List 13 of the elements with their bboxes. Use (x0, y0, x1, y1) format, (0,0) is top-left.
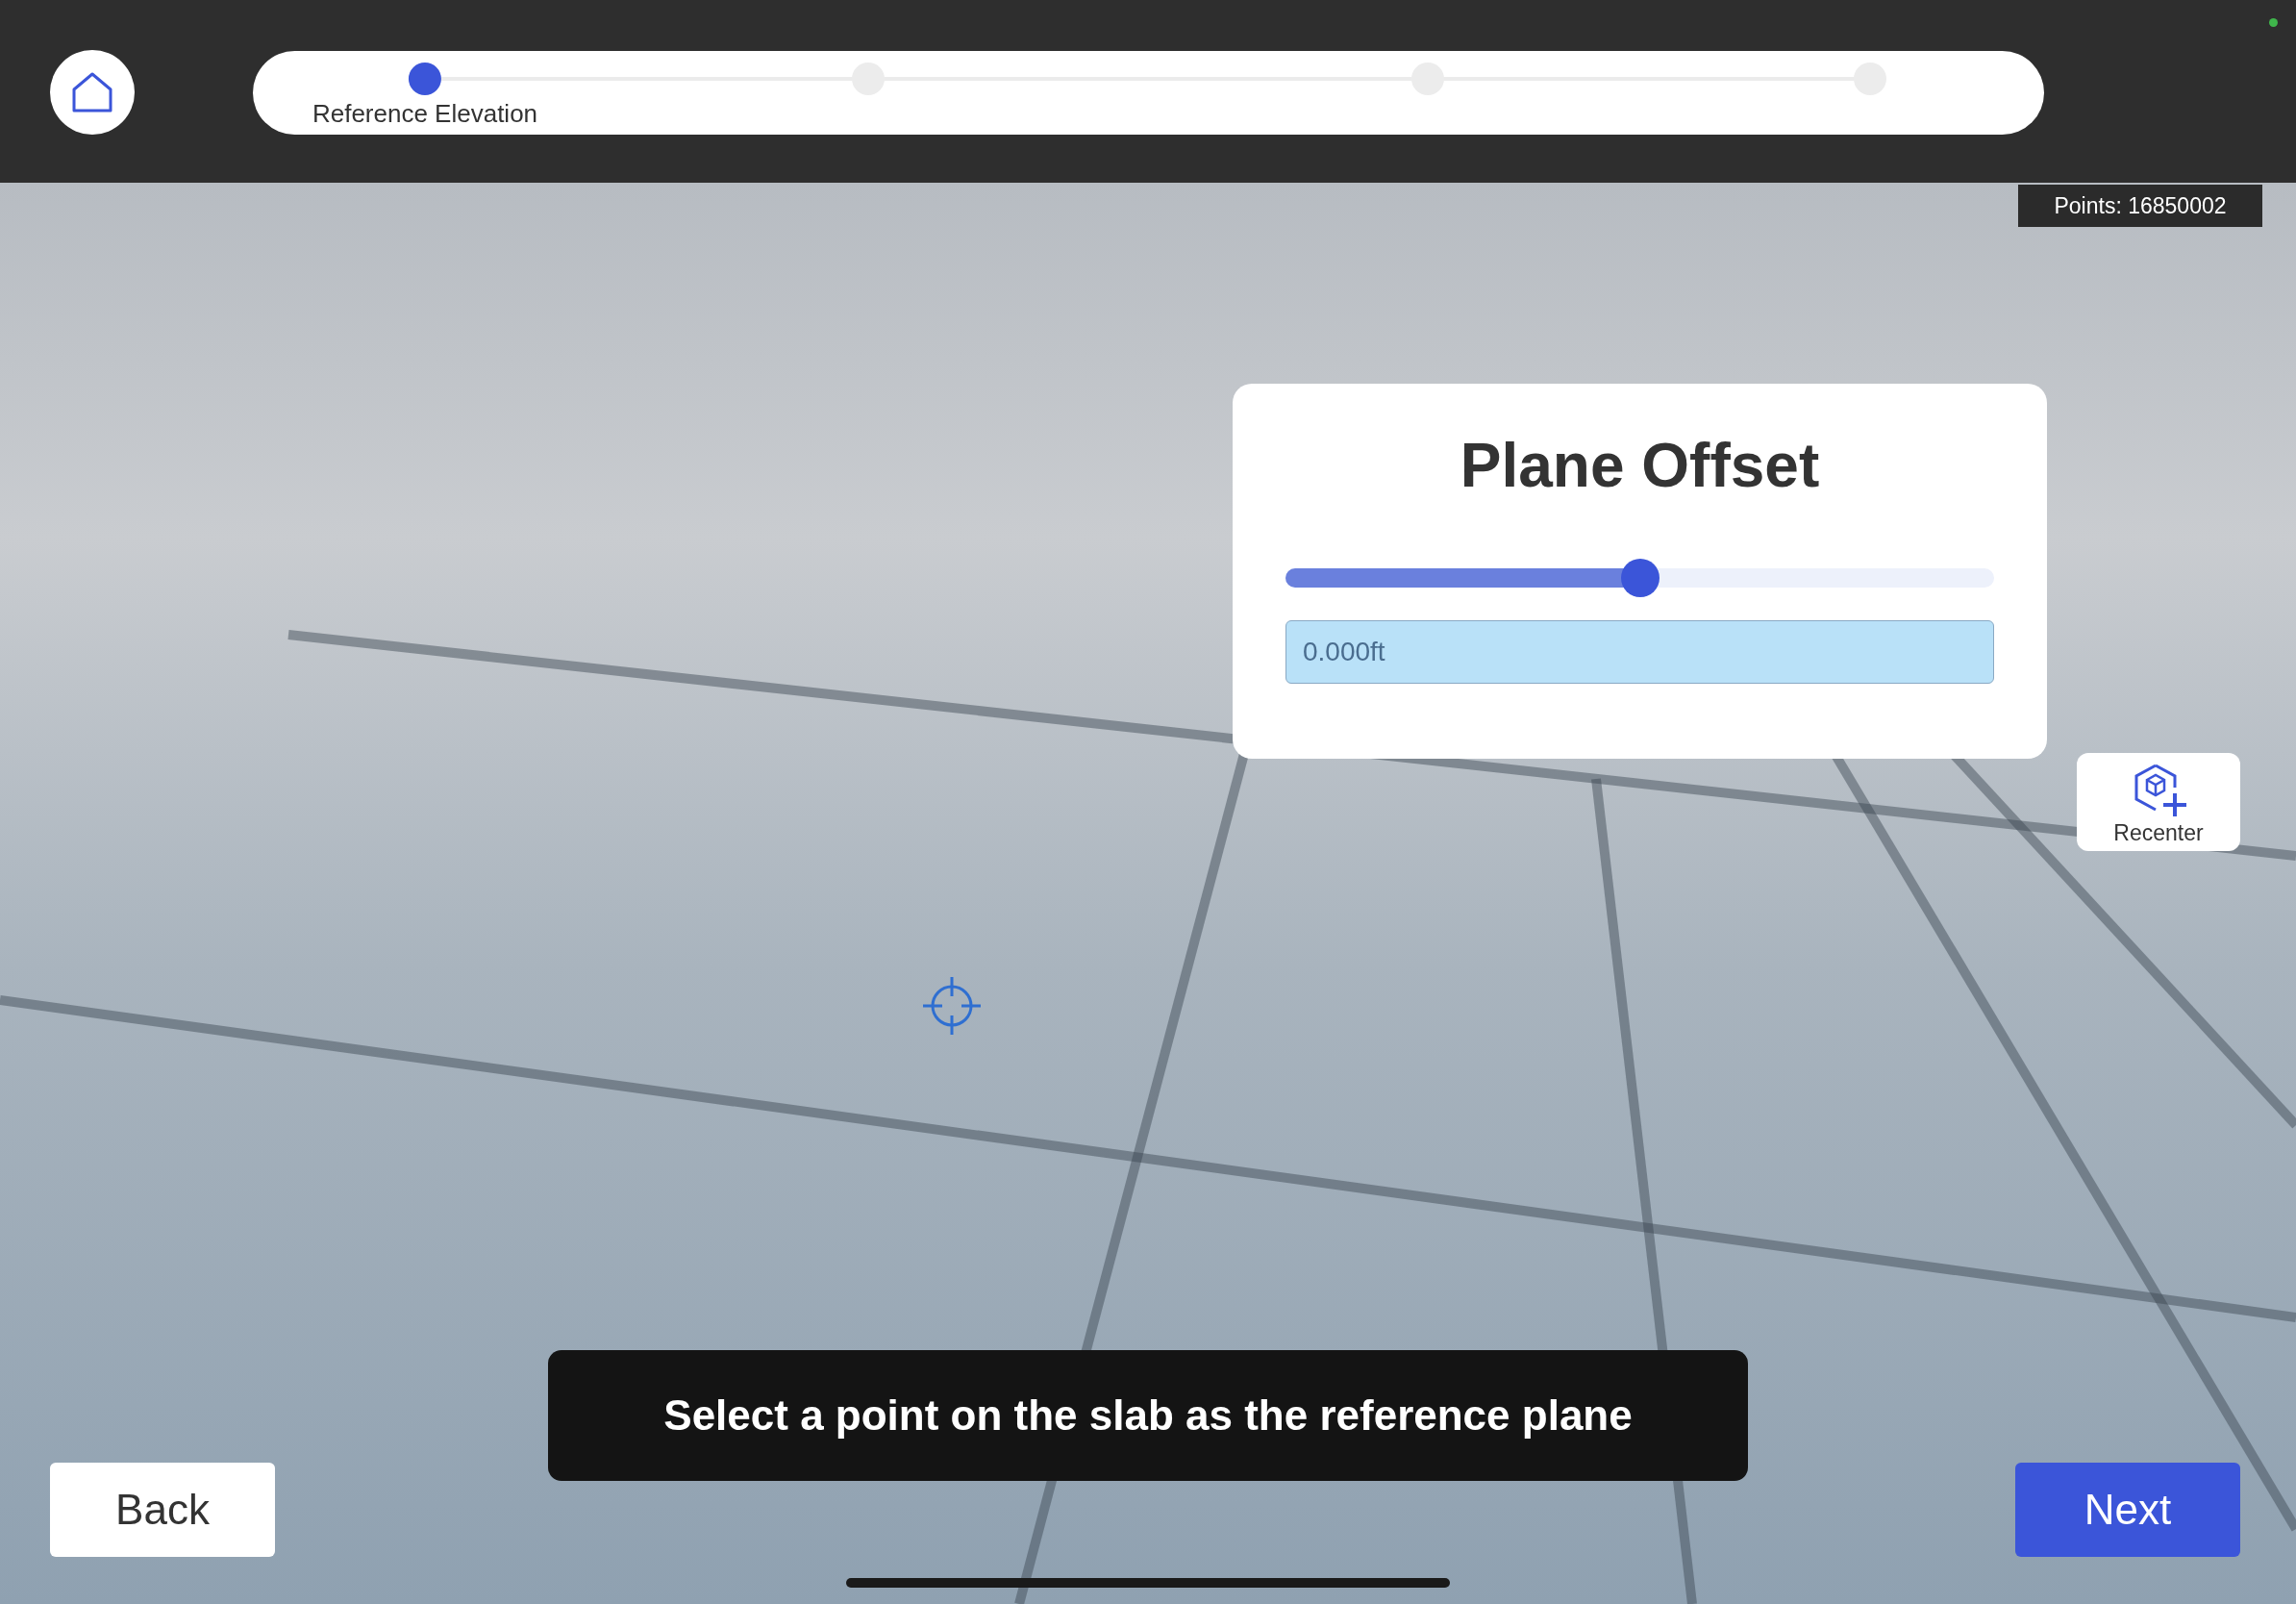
recenter-button[interactable]: Recenter (2077, 753, 2240, 851)
status-dot (2269, 18, 2278, 27)
next-button[interactable]: Next (2015, 1463, 2240, 1557)
offset-input-field[interactable]: 0.000ft (1285, 620, 1994, 684)
crosshair-icon (921, 975, 983, 1037)
points-count: Points: 16850002 (2018, 185, 2262, 227)
step-label: Reference Elevation (312, 99, 538, 129)
card-title: Plane Offset (1459, 430, 1821, 501)
instruction-banner: Select a point on the slab as the reference plane (548, 1350, 1748, 1481)
step-dot[interactable] (409, 63, 441, 95)
home-icon (70, 70, 114, 114)
slider-thumb[interactable] (1620, 559, 1660, 597)
back-button[interactable]: Back (50, 1463, 275, 1557)
